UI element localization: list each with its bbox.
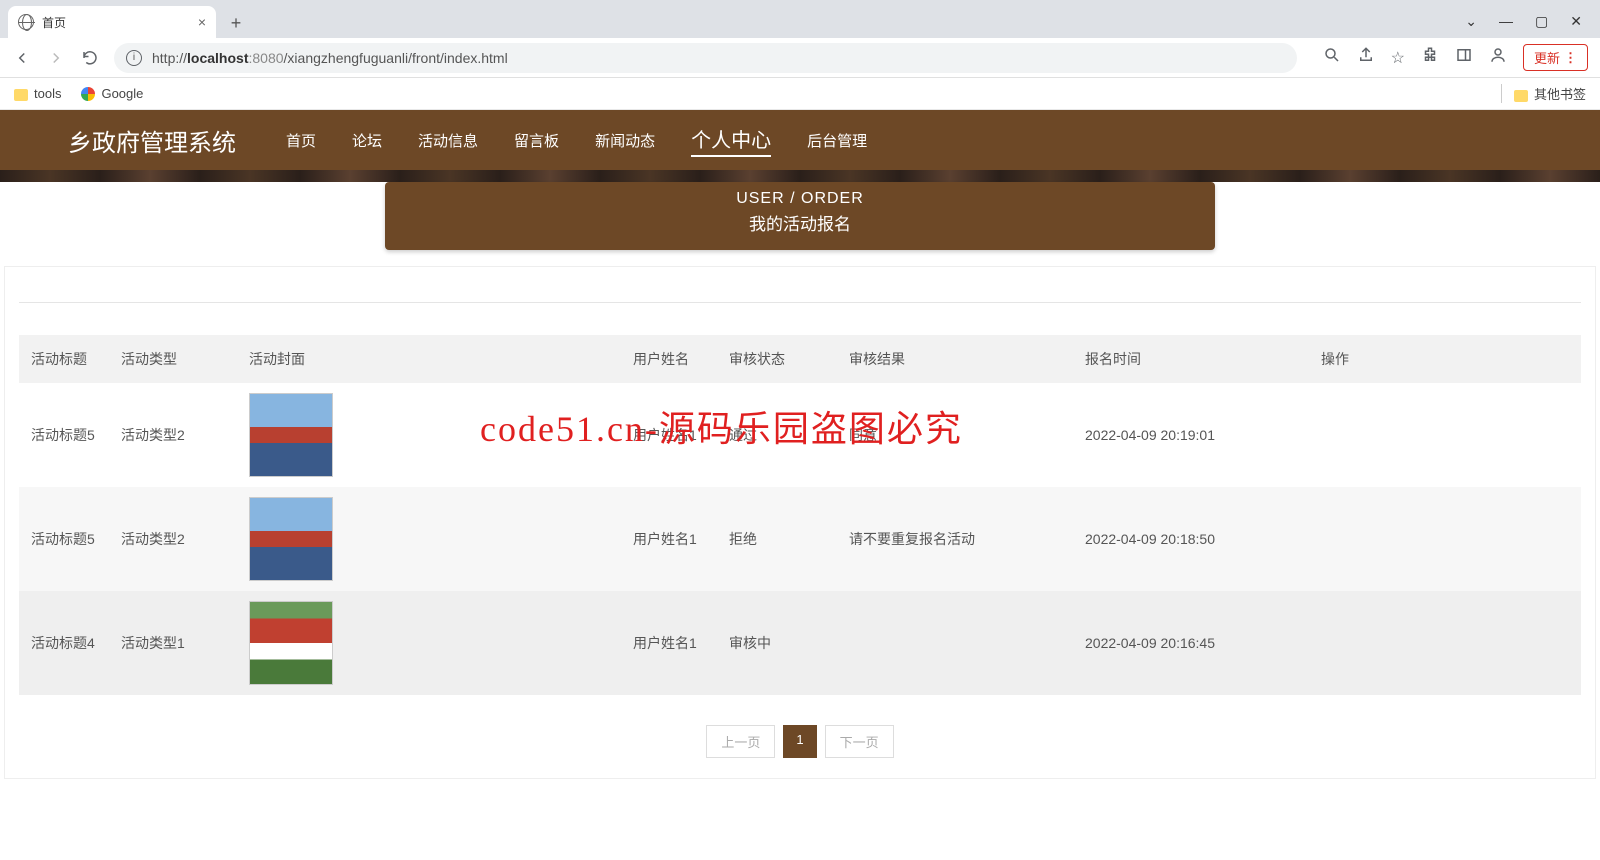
col-cover: 活动封面: [237, 335, 621, 383]
header-title: 我的活动报名: [385, 210, 1215, 235]
search-icon[interactable]: [1323, 46, 1341, 69]
chevron-down-icon[interactable]: ⌄: [1465, 13, 1477, 30]
col-title: 活动标题: [19, 335, 109, 383]
cell-title: 活动标题5: [19, 487, 109, 591]
cell-type: 活动类型2: [109, 487, 237, 591]
col-time: 报名时间: [1073, 335, 1309, 383]
table-row[interactable]: 活动标题5 活动类型2 用户姓名1 拒绝 请不要重复报名活动 2022-04-0…: [19, 487, 1581, 591]
cover-thumbnail[interactable]: [249, 601, 333, 685]
bookmark-tools[interactable]: tools: [14, 86, 61, 101]
google-icon: [81, 87, 95, 101]
profile-icon[interactable]: [1489, 46, 1507, 69]
update-button[interactable]: 更新 ⋮: [1523, 44, 1588, 71]
cell-title: 活动标题5: [19, 383, 109, 487]
globe-icon: [18, 14, 34, 30]
address-bar[interactable]: i http://localhost:8080/xiangzhengfuguan…: [114, 43, 1297, 73]
share-icon[interactable]: [1357, 46, 1375, 69]
cell-time: 2022-04-09 20:18:50: [1073, 487, 1309, 591]
nav-admin[interactable]: 后台管理: [807, 130, 867, 151]
header-subtitle: USER / ORDER: [385, 190, 1215, 208]
browser-tab[interactable]: 首页 ×: [8, 6, 216, 38]
col-type: 活动类型: [109, 335, 237, 383]
col-user: 用户姓名: [621, 335, 717, 383]
cell-result: 请不要重复报名活动: [837, 487, 1073, 591]
page-1-button[interactable]: 1: [783, 725, 816, 758]
site-info-icon[interactable]: i: [126, 50, 142, 66]
nav-message[interactable]: 留言板: [514, 130, 559, 151]
hero-banner: [0, 170, 1600, 182]
col-result: 审核结果: [837, 335, 1073, 383]
page-header: USER / ORDER 我的活动报名: [385, 182, 1215, 250]
nav-personal[interactable]: 个人中心: [691, 124, 771, 157]
cell-time: 2022-04-09 20:16:45: [1073, 591, 1309, 695]
bookmark-google[interactable]: Google: [81, 86, 143, 102]
bookmarks-bar: tools Google 其他书签: [0, 78, 1600, 110]
cell-user: 用户姓名1: [621, 591, 717, 695]
cell-user: 用户姓名1: [621, 383, 717, 487]
minimize-icon[interactable]: —: [1499, 13, 1513, 30]
next-page-button[interactable]: 下一页: [825, 725, 894, 758]
star-icon[interactable]: ☆: [1391, 48, 1405, 68]
cell-action: [1309, 591, 1581, 695]
nav-forum[interactable]: 论坛: [352, 130, 382, 151]
nav-activity[interactable]: 活动信息: [418, 130, 478, 151]
cell-action: [1309, 487, 1581, 591]
cell-status: 审核中: [717, 591, 837, 695]
site-navbar: 乡政府管理系统 首页 论坛 活动信息 留言板 新闻动态 个人中心 后台管理: [0, 110, 1600, 170]
cell-status: 拒绝: [717, 487, 837, 591]
site-logo[interactable]: 乡政府管理系统: [68, 123, 236, 158]
cell-result: 同意: [837, 383, 1073, 487]
pagination: 上一页 1 下一页: [19, 725, 1581, 758]
main-content: 活动标题 活动类型 活动封面 用户姓名 审核状态 审核结果 报名时间 操作 活动…: [4, 266, 1596, 779]
nav-links: 首页 论坛 活动信息 留言板 新闻动态 个人中心 后台管理: [286, 124, 867, 157]
divider: [19, 297, 1581, 303]
nav-news[interactable]: 新闻动态: [595, 130, 655, 151]
cover-thumbnail[interactable]: [249, 497, 333, 581]
reload-button[interactable]: [80, 48, 100, 68]
sidepanel-icon[interactable]: [1455, 46, 1473, 69]
back-button[interactable]: [12, 48, 32, 68]
maximize-icon[interactable]: ▢: [1535, 13, 1548, 30]
cell-status: 通过: [717, 383, 837, 487]
close-tab-icon[interactable]: ×: [198, 14, 206, 30]
cell-action: [1309, 383, 1581, 487]
table-header-row: 活动标题 活动类型 活动封面 用户姓名 审核状态 审核结果 报名时间 操作: [19, 335, 1581, 383]
cell-title: 活动标题4: [19, 591, 109, 695]
url-text: http://localhost:8080/xiangzhengfuguanli…: [152, 50, 508, 66]
cover-thumbnail[interactable]: [249, 393, 333, 477]
cell-result: [837, 591, 1073, 695]
cell-type: 活动类型1: [109, 591, 237, 695]
window-controls: ⌄ — ▢ ✕: [1465, 13, 1600, 38]
close-window-icon[interactable]: ✕: [1570, 13, 1582, 30]
table-row[interactable]: 活动标题5 活动类型2 用户姓名1 通过 同意 2022-04-09 20:19…: [19, 383, 1581, 487]
registrations-table: 活动标题 活动类型 活动封面 用户姓名 审核状态 审核结果 报名时间 操作 活动…: [19, 335, 1581, 695]
folder-icon: [14, 89, 28, 101]
cell-cover: [237, 383, 621, 487]
prev-page-button[interactable]: 上一页: [706, 725, 775, 758]
col-status: 审核状态: [717, 335, 837, 383]
new-tab-button[interactable]: +: [222, 13, 250, 34]
table-row[interactable]: 活动标题4 活动类型1 用户姓名1 审核中 2022-04-09 20:16:4…: [19, 591, 1581, 695]
cell-type: 活动类型2: [109, 383, 237, 487]
toolbar-right: ☆ 更新 ⋮: [1323, 44, 1588, 71]
browser-tabstrip: 首页 × + ⌄ — ▢ ✕: [0, 0, 1600, 38]
forward-button[interactable]: [46, 48, 66, 68]
cell-time: 2022-04-09 20:19:01: [1073, 383, 1309, 487]
tab-title: 首页: [42, 14, 66, 31]
cell-cover: [237, 487, 621, 591]
nav-home[interactable]: 首页: [286, 130, 316, 151]
folder-icon: [1514, 90, 1528, 102]
cell-cover: [237, 591, 621, 695]
col-action: 操作: [1309, 335, 1581, 383]
browser-toolbar: i http://localhost:8080/xiangzhengfuguan…: [0, 38, 1600, 78]
bookmark-other[interactable]: 其他书签: [1501, 84, 1586, 103]
cell-user: 用户姓名1: [621, 487, 717, 591]
extensions-icon[interactable]: [1421, 46, 1439, 69]
